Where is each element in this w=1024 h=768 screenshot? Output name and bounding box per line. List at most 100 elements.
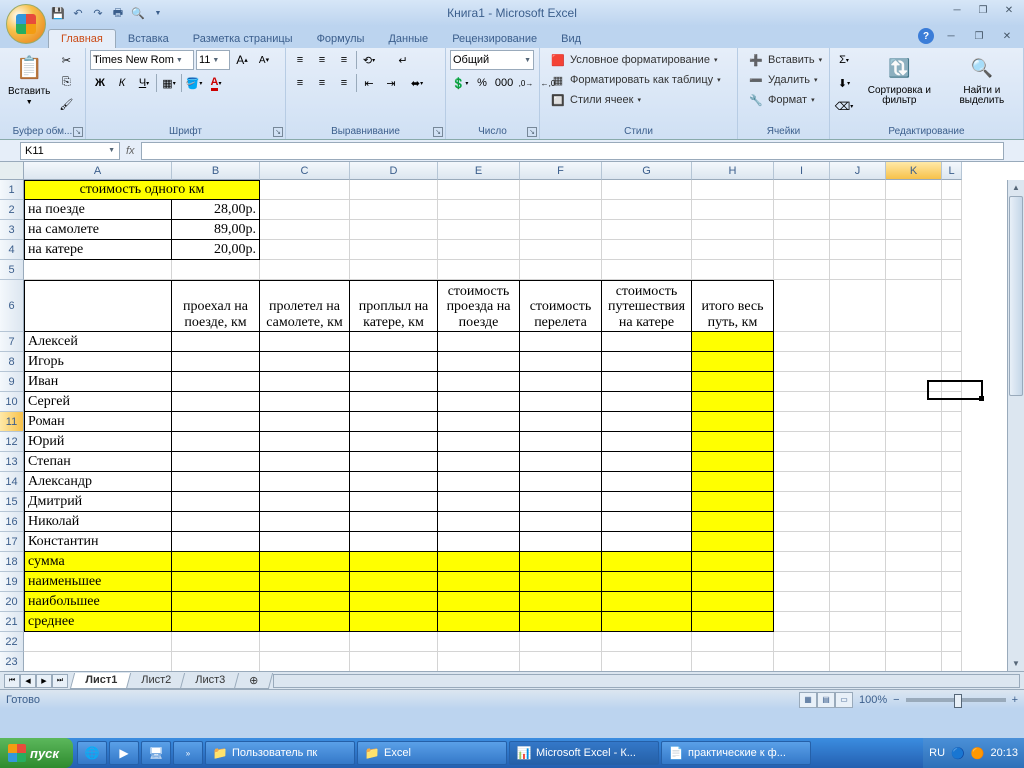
cell[interactable] [520,532,602,552]
col-header-G[interactable]: G [602,162,692,180]
row-header-9[interactable]: 9 [0,372,24,392]
sheet-tab-2[interactable]: Лист2 [126,673,186,689]
cell[interactable] [692,372,774,392]
cell[interactable] [886,260,942,280]
cell[interactable] [520,180,602,200]
font-color-button[interactable]: A▾ [206,73,226,93]
cell[interactable]: 89,00р. [172,220,260,240]
cell[interactable] [692,220,774,240]
preview-icon[interactable]: 🔍 [130,5,146,21]
cell[interactable]: стоимость проезда на поезде [438,280,520,332]
cell[interactable] [520,332,602,352]
cell[interactable] [438,432,520,452]
help-icon[interactable]: ? [918,28,934,44]
cell[interactable] [942,260,962,280]
cell[interactable] [438,572,520,592]
cell[interactable] [692,572,774,592]
cell[interactable] [692,612,774,632]
quickprint-icon[interactable]: 🖶 [110,5,126,21]
cell[interactable] [830,392,886,412]
font-dialog-icon[interactable]: ↘ [273,127,283,137]
scroll-up-icon[interactable]: ▲ [1008,180,1024,195]
col-header-C[interactable]: C [260,162,350,180]
qat-more-icon[interactable]: ▼ [150,5,166,21]
cell[interactable] [886,492,942,512]
cell[interactable]: Степан [24,452,172,472]
cell[interactable] [942,512,962,532]
cell[interactable] [942,652,962,671]
alignment-dialog-icon[interactable]: ↘ [433,127,443,137]
cell[interactable] [172,612,260,632]
cell[interactable] [942,532,962,552]
cell[interactable] [520,412,602,432]
cell[interactable] [774,472,830,492]
cell[interactable] [692,472,774,492]
cell[interactable] [438,452,520,472]
cell[interactable] [438,372,520,392]
cell[interactable] [830,612,886,632]
cell[interactable] [830,592,886,612]
cell[interactable] [602,472,692,492]
cell[interactable] [520,452,602,472]
format-cells-button[interactable]: 🔧Формат▾ [742,90,821,110]
cell[interactable] [774,280,830,332]
cell[interactable] [350,632,438,652]
autosum-button[interactable]: Σ▾ [834,50,854,70]
col-header-F[interactable]: F [520,162,602,180]
start-button[interactable]: пуск [0,738,73,768]
row-header-8[interactable]: 8 [0,352,24,372]
cell[interactable] [692,592,774,612]
cell[interactable] [350,492,438,512]
cell[interactable] [942,552,962,572]
cell[interactable] [602,572,692,592]
row-header-20[interactable]: 20 [0,592,24,612]
cell[interactable] [520,592,602,612]
cell[interactable] [602,512,692,532]
cell[interactable] [942,352,962,372]
tray-icon-1[interactable]: 🔵 [951,747,965,760]
row-header-16[interactable]: 16 [0,512,24,532]
cell[interactable]: итого весь путь, км [692,280,774,332]
vertical-scrollbar[interactable]: ▲ ▼ [1007,180,1024,671]
cell[interactable] [830,432,886,452]
cell[interactable] [692,352,774,372]
cell[interactable] [886,652,942,671]
cell[interactable] [350,572,438,592]
col-header-J[interactable]: J [830,162,886,180]
row-header-11[interactable]: 11 [0,412,24,432]
cell[interactable] [886,412,942,432]
row-header-1[interactable]: 1 [0,180,24,200]
cell[interactable] [260,432,350,452]
cell[interactable] [886,632,942,652]
cell[interactable] [260,180,350,200]
cell[interactable] [172,572,260,592]
cell[interactable]: Николай [24,512,172,532]
cell[interactable] [692,412,774,432]
cell[interactable] [260,412,350,432]
cell[interactable] [172,352,260,372]
cell[interactable] [942,612,962,632]
cell[interactable]: Иван [24,372,172,392]
cell[interactable] [260,572,350,592]
cell[interactable] [774,632,830,652]
cell[interactable] [886,332,942,352]
cell[interactable]: Сергей [24,392,172,412]
cell[interactable] [692,452,774,472]
cell[interactable] [520,240,602,260]
cell[interactable] [350,332,438,352]
row-header-2[interactable]: 2 [0,200,24,220]
cell[interactable] [24,260,172,280]
cell[interactable] [774,612,830,632]
cell[interactable] [774,392,830,412]
cell[interactable]: на самолете [24,220,172,240]
increase-decimal-button[interactable]: ,0→ [516,73,536,93]
cell[interactable] [886,572,942,592]
cell[interactable] [942,592,962,612]
sheet-tab-1[interactable]: Лист1 [70,673,132,689]
quick-launch-player[interactable]: ▶ [109,741,139,765]
redo-icon[interactable]: ↷ [90,5,106,21]
row-header-6[interactable]: 6 [0,280,24,332]
cell[interactable] [886,512,942,532]
cell[interactable] [520,392,602,412]
format-painter-button[interactable]: 🖌 [56,94,76,114]
